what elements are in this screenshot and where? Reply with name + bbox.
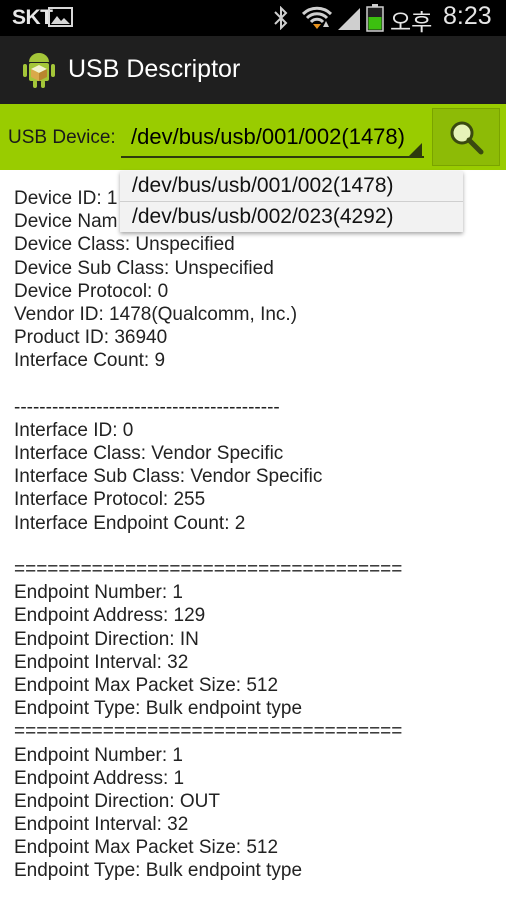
signal-strength-icon	[338, 8, 360, 30]
descriptor-line: Endpoint Direction: IN	[14, 628, 199, 650]
ampm-label: 오후	[390, 9, 433, 35]
descriptor-line: Interface Class: Vendor Specific	[14, 443, 284, 465]
descriptor-line: Device Sub Class: Unspecified	[14, 257, 274, 279]
descriptor-line: ===================================	[14, 559, 403, 580]
descriptor-line: Endpoint Type: Bulk endpoint type	[14, 860, 303, 882]
app-title: USB Descriptor	[68, 55, 241, 83]
descriptor-line: Endpoint Max Packet Size: 512	[14, 674, 279, 696]
search-icon	[450, 121, 484, 155]
descriptor-line: Endpoint Direction: OUT	[14, 790, 220, 812]
descriptor-line: Product ID: 36940	[14, 327, 168, 349]
dropdown-option[interactable]: /dev/bus/usb/002/023(4292)	[120, 202, 463, 232]
gallery-icon	[48, 7, 73, 27]
descriptor-line: ----------------------------------------…	[14, 396, 280, 418]
descriptor-line: Interface ID: 0	[14, 419, 134, 441]
descriptor-line: Interface Protocol: 255	[14, 489, 206, 511]
descriptor-line	[14, 373, 494, 396]
descriptor-line: Endpoint Type: Bulk endpoint type	[14, 698, 303, 720]
descriptor-line: Device Class: Unspecified	[14, 234, 235, 256]
spinner-dropdown-icon	[408, 143, 422, 157]
clock: 8:23	[443, 2, 492, 30]
selected-device-value: /dev/bus/usb/001/002(1478)	[131, 124, 405, 149]
action-bar: USB Descriptor	[0, 36, 506, 105]
wifi-icon	[301, 6, 333, 29]
descriptor-line: Endpoint Max Packet Size: 512	[14, 837, 279, 859]
descriptor-line: Vendor ID: 1478(Qualcomm, Inc.)	[14, 303, 298, 325]
descriptor-output: Device ID: 1 Device Nam Device Class: Unsp…	[14, 187, 494, 883]
search-button[interactable]	[432, 108, 500, 166]
usb-device-spinner[interactable]: /dev/bus/usb/001/002(1478)	[121, 114, 424, 164]
descriptor-line: Interface Sub Class: Vendor Specific	[14, 466, 323, 488]
dropdown-option[interactable]: /dev/bus/usb/001/002(1478)	[120, 171, 463, 201]
descriptor-line: Endpoint Interval: 32	[14, 814, 189, 836]
descriptor-line: Interface Count: 9	[14, 350, 166, 372]
android-app-icon[interactable]	[20, 50, 58, 90]
dropdown-option-label: /dev/bus/usb/002/023(4292)	[132, 205, 394, 228]
descriptor-line: Endpoint Address: 129	[14, 605, 206, 627]
dropdown-option-label: /dev/bus/usb/001/002(1478)	[132, 174, 394, 197]
descriptor-line: Endpoint Address: 1	[14, 767, 185, 789]
status-bar: SKT 오후 8:23	[0, 0, 506, 36]
spinner-underline	[121, 156, 424, 158]
descriptor-line: ===================================	[14, 721, 403, 743]
device-toolbar: USB Device: /dev/bus/usb/001/002(1478)	[0, 104, 506, 170]
descriptor-line: Endpoint Number: 1	[14, 582, 183, 604]
descriptor-line: Device Protocol: 0	[14, 280, 169, 302]
descriptor-line: Endpoint Interval: 32	[14, 651, 189, 673]
descriptor-line: Endpoint Number: 1	[14, 744, 183, 766]
carrier-label: SKT	[12, 6, 53, 29]
device-dropdown-list: /dev/bus/usb/001/002(1478) /dev/bus/usb/…	[120, 171, 463, 232]
battery-icon	[366, 4, 384, 32]
bluetooth-icon	[274, 6, 288, 30]
descriptor-line	[14, 535, 494, 558]
usb-device-label: USB Device:	[8, 127, 116, 148]
descriptor-line: Interface Endpoint Count: 2	[14, 512, 246, 534]
